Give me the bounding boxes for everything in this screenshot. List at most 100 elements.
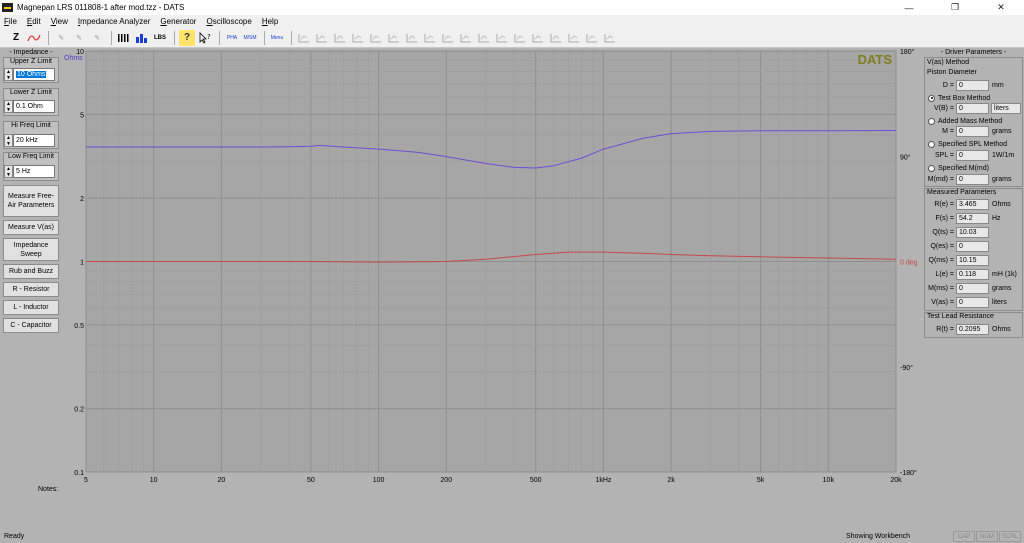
context-help-button[interactable]: ? [197,30,213,46]
disabled-cursor-tool[interactable] [404,30,420,46]
lower-z-spinner[interactable]: ▲ ▼ [4,100,13,113]
notes-label: Notes: [38,486,59,493]
spl-field[interactable]: 0 [956,150,989,161]
disabled-cursor-tool[interactable] [458,30,474,46]
menu-view[interactable]: View [51,17,68,26]
param-row: Q(es) = 0 [926,241,992,252]
minimize-button[interactable]: — [886,0,932,15]
radio-icon [928,140,935,148]
menu-impedance-analyzer[interactable]: Impedance Analyzer [78,17,151,26]
param-row: V(as) = 0 liters [926,297,1007,308]
disabled-cursor-tool[interactable] [332,30,348,46]
param-value[interactable]: 10.03 [956,227,989,238]
low-freq-spinner[interactable]: ▲ ▼ [4,165,13,178]
disabled-cursor-tool[interactable] [530,30,546,46]
toolbar-separator [291,30,292,45]
disabled-tool-2[interactable]: ✎ [71,30,87,46]
disabled-cursor-tool[interactable] [296,30,312,46]
disabled-cursor-tool[interactable] [422,30,438,46]
disabled-cursor-tool[interactable] [386,30,402,46]
param-row: F(s) = 54.2 Hz [926,213,1001,224]
param-value[interactable]: 3.465 [956,199,989,210]
spl-row: SPL = 0 1W/1m [926,150,1014,161]
d-field[interactable]: 0 [956,80,989,91]
bars-button[interactable] [116,30,132,46]
inductor-button[interactable]: L - Inductor [3,300,59,315]
impedance-chart[interactable]: 5 10 20 50 100 200 500 1kHz 2k 5k 10k 20k 10 5 2 1 0.5 0.… [62,48,922,484]
param-value[interactable]: 0 [956,283,989,294]
hi-freq-spinner[interactable]: ▲ ▼ [4,134,13,147]
x-tick-label: 5 [84,477,88,484]
vb-field[interactable]: 0 [956,103,989,114]
m-field[interactable]: 0 [956,126,989,137]
waveform-button[interactable] [26,30,42,46]
measure-free-air-button[interactable]: Measure Free-Air Parameters [3,185,59,217]
disabled-cursor-tool[interactable] [440,30,456,46]
low-freq-control: ▲ ▼ 5 Hz [4,165,55,178]
pha-button[interactable]: PHA [224,30,240,46]
menu-generator[interactable]: Generator [160,17,196,26]
status-workbench: Showing Workbench [846,533,911,540]
disabled-cursor-tool[interactable] [512,30,528,46]
disabled-cursor-tool[interactable] [584,30,600,46]
disabled-tool-1[interactable]: ✎ [53,30,69,46]
upper-z-field[interactable]: 10 Ohms [13,68,55,81]
mmd-method-radio[interactable]: Specified M(md) [928,163,989,173]
pointer-help-icon: ? [199,31,211,44]
mmd-field[interactable]: 0 [956,174,989,185]
added-mass-radio[interactable]: Added Mass Method [928,116,1002,126]
menu-edit[interactable]: Edit [27,17,41,26]
spl-method-radio[interactable]: Specified SPL Method [928,139,1007,149]
mmd-row: M(md) = 0 grams [926,174,1011,185]
param-value[interactable]: 54.2 [956,213,989,224]
measure-vas-button[interactable]: Measure V(as) [3,220,59,235]
impedance-sweep-button[interactable]: Impedance Sweep [3,238,59,261]
upper-z-spinner[interactable]: ▲ ▼ [4,68,13,81]
rub-and-buzz-button[interactable]: Rub and Buzz [3,264,59,279]
disabled-cursor-tool[interactable] [350,30,366,46]
help-button[interactable]: ? [179,29,195,46]
disabled-cursor-tool[interactable] [368,30,384,46]
disabled-cursor-tool[interactable] [548,30,564,46]
m-row: M = 0 grams [926,126,1011,137]
close-button[interactable]: ✕ [978,0,1024,15]
param-label: V(as) = [931,299,954,306]
histogram-button[interactable] [134,30,150,46]
resistor-button[interactable]: R - Resistor [3,282,59,297]
param-value[interactable]: 10.15 [956,255,989,266]
spin-down-icon: ▼ [6,74,11,81]
lower-z-field[interactable]: 0.1 Ohm [13,100,55,113]
param-label: M(ms) = [928,285,954,292]
disabled-tool-3[interactable]: ✎ [89,30,105,46]
test-box-radio[interactable]: Test Box Method [928,93,990,103]
z-button[interactable]: Z [8,30,24,46]
maximize-button[interactable]: ❐ [932,0,978,15]
rt-label: R(t) = [936,326,954,333]
grid-tool-icon [532,33,543,42]
menu-help[interactable]: Help [262,17,278,26]
disabled-cursor-tool[interactable] [566,30,582,46]
lbs-button[interactable]: LBS [152,30,168,46]
disabled-cursor-tool[interactable] [494,30,510,46]
param-value[interactable]: 0 [956,297,989,308]
hi-freq-field[interactable]: 20 kHz [13,134,55,147]
param-value[interactable]: 0.118 [956,269,989,280]
ms-button[interactable]: M/SM [242,30,258,46]
param-row: L(e) = 0.118 mH (1k) [926,269,1017,280]
rt-field[interactable]: 0.2095 [956,324,989,335]
y2-tick-label: 0 deg [900,260,918,267]
low-freq-field[interactable]: 5 Hz [13,165,55,178]
disabled-cursor-tool[interactable] [602,30,618,46]
menu-oscilloscope[interactable]: Oscilloscope [206,17,251,26]
menu-mnemonic: E [26,17,33,26]
menu-file[interactable]: File [4,17,17,26]
param-unit: Ohms [992,201,1011,208]
disabled-cursor-tool[interactable] [314,30,330,46]
y-tick-label: 0.2 [74,407,84,414]
capacitor-button[interactable]: C - Capacitor [3,318,59,333]
window-title: Magnepan LRS 011808-1 after mod.tzz - DA… [17,3,185,12]
vb-unit: liters [991,103,1021,114]
disabled-cursor-tool[interactable] [476,30,492,46]
menu-button[interactable]: Menu [269,30,285,46]
param-value[interactable]: 0 [956,241,989,252]
